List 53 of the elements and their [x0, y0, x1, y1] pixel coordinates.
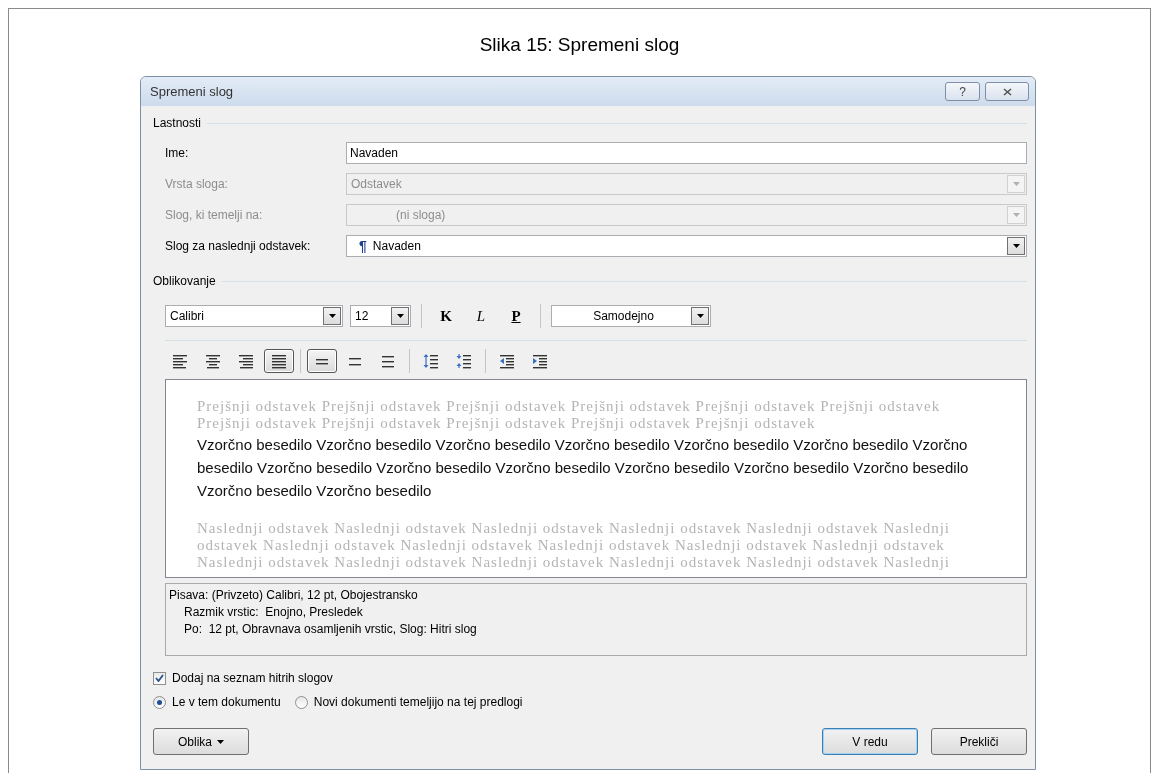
- caret-icon: [1012, 182, 1020, 186]
- single-spacing-button[interactable]: [307, 349, 337, 373]
- section-heading: Oblikovanje: [153, 274, 216, 288]
- space-before-icon: [423, 353, 439, 369]
- align-center-icon: [205, 353, 221, 369]
- ok-button[interactable]: V redu: [822, 728, 918, 755]
- radio-label: Novi dokumenti temeljijo na tej predlogi: [313, 695, 523, 709]
- caret-icon: [217, 739, 224, 744]
- field-label: Ime:: [165, 146, 190, 160]
- font-color-dropdown[interactable]: Samodejno: [551, 305, 711, 327]
- align-right-icon: [238, 353, 254, 369]
- name-field[interactable]: Navaden: [346, 142, 1027, 164]
- description-text: Pisava: (Privzeto) Calibri, 12 pt, Obojestransko: [169, 587, 419, 604]
- font-size-dropdown[interactable]: 12: [350, 305, 411, 327]
- radio-label: Le v tem dokumentu: [172, 695, 281, 709]
- field-label: Slog, ki temelji na:: [165, 208, 264, 222]
- next-paragraph-text: Naslednji odstavek Naslednji odstavek Naslednji odstavek Naslednji odstavek Naslednji odstavek Naslednji odstavek Naslednji odstavek Naslednji odstavek Naslednji odstavek Naslednji odstavek Naslednji odstavek Naslednji odstavek Naslednji odstavek Naslednji odstavek Naslednji odstavek Naslednji odstavek Naslednji: [197, 520, 952, 571]
- caret-icon: [396, 314, 404, 318]
- font-dropdown[interactable]: Calibri: [165, 305, 343, 327]
- close-button[interactable]: [985, 82, 1029, 101]
- help-button[interactable]: ?: [945, 82, 980, 101]
- sample-text: Vzorčno besedilo Vzorčno besedilo Vzorčno besedilo Vzorčno besedilo Vzorčno besedilo Vzorčno besedilo Vzorčno besedilo Vzorčno besedilo Vzorčno besedilo Vzorčno besedilo Vzorčno besedilo Vzorčno besedilo Vzorčno besedilo Vzorčno besedilo Vzorčno besedilo: [197, 435, 970, 501]
- cancel-button[interactable]: Prekliči: [931, 728, 1027, 755]
- italic-button[interactable]: L: [467, 305, 495, 327]
- close-icon: [1002, 87, 1012, 96]
- checkbox-label: Dodaj na seznam hitrih slogov: [172, 671, 333, 685]
- check-icon: [155, 674, 164, 682]
- field-label: Vrsta sloga:: [165, 177, 229, 191]
- caret-icon: [1012, 244, 1020, 248]
- decrease-indent-icon: [499, 353, 515, 369]
- caret-icon: [696, 314, 704, 318]
- space-after-icon: [456, 353, 472, 369]
- section-heading: Lastnosti: [153, 116, 202, 130]
- radio-button[interactable]: [294, 695, 308, 709]
- checkbox[interactable]: [153, 671, 166, 685]
- radio-button[interactable]: [153, 695, 166, 709]
- align-left-icon: [172, 353, 188, 369]
- caret-icon: [328, 314, 336, 318]
- bold-button[interactable]: K: [432, 305, 460, 327]
- format-menu-button[interactable]: Oblika: [153, 728, 249, 755]
- previous-paragraph-text: Prejšnji odstavek Prejšnji odstavek Prejšnji odstavek Prejšnji odstavek Prejšnji odstavek Prejšnji odstavek Prejšnji odstavek Prejšnji odstavek Prejšnji odstavek Prejšnji odstavek Prejšnji odstavek: [197, 398, 942, 432]
- justify-button[interactable]: [264, 349, 294, 373]
- caret-icon: [1012, 213, 1020, 217]
- figure-caption: Slika 15: Spremeni slog: [479, 33, 680, 57]
- description-text: Po: 12 pt, Obravnava osamljenih vrstic, Slog: Hitri slog: [183, 621, 478, 638]
- description-text: Razmik vrstic: Enojno, Presledek: [183, 604, 364, 621]
- increase-indent-icon: [532, 353, 548, 369]
- field-label: Slog za naslednji odstavek:: [165, 239, 312, 253]
- justify-icon: [271, 353, 287, 369]
- window-title: Spremeni slog: [150, 84, 235, 99]
- underline-button[interactable]: P: [502, 305, 530, 327]
- style-dropdown[interactable]: ¶ Navaden: [346, 235, 1027, 257]
- double-spacing-icon: [380, 353, 396, 369]
